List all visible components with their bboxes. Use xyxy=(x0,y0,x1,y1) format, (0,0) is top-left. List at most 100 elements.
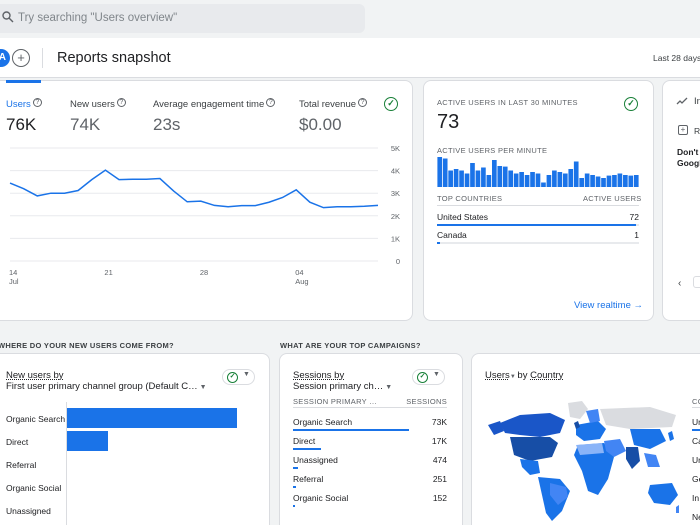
per-minute-bar xyxy=(541,182,546,187)
world-map[interactable] xyxy=(480,395,680,525)
divider xyxy=(437,205,639,206)
section-title-campaigns: WHAT ARE YOUR TOP CAMPAIGNS? xyxy=(280,341,421,350)
metric-new-users[interactable]: New users? 74K xyxy=(70,94,126,135)
row-value: 474 xyxy=(432,455,447,465)
row-name: Organic Search xyxy=(293,417,353,427)
map-region-australia xyxy=(648,483,678,505)
help-icon[interactable]: ? xyxy=(266,98,276,108)
country-name: United States xyxy=(437,212,489,222)
divider xyxy=(293,407,447,408)
trending-icon xyxy=(676,97,688,105)
per-minute-bar xyxy=(573,161,579,187)
per-minute-bar xyxy=(491,160,497,187)
per-minute-bar xyxy=(579,178,585,187)
per-minute-bar xyxy=(590,175,595,187)
dimension-selector[interactable]: New users by xyxy=(6,370,64,381)
dropdown-arrow-icon: ▼ xyxy=(243,371,250,378)
bar[interactable] xyxy=(66,408,237,428)
map-region-southeast-asia xyxy=(644,453,660,467)
per-minute-bar xyxy=(502,166,508,187)
metric-name: Users xyxy=(485,370,510,381)
x-tick-label: 21 xyxy=(104,268,112,277)
view-realtime-label: View realtime xyxy=(574,300,631,311)
y-tick-label: 1K xyxy=(391,234,400,243)
x-tick-label: 04 Aug xyxy=(295,268,308,286)
help-icon[interactable]: ? xyxy=(116,98,126,108)
per-minute-bar xyxy=(633,175,639,187)
metric-revenue[interactable]: Total revenue? $0.00 xyxy=(299,94,368,135)
view-realtime-link[interactable]: View realtime → xyxy=(574,300,643,311)
row-name: Organic Social xyxy=(293,493,349,503)
bar-label: Direct xyxy=(6,437,29,447)
per-minute-bar xyxy=(481,167,486,187)
map-region-europe xyxy=(576,421,606,441)
top-countries-header: TOP COUNTRIES xyxy=(437,194,503,203)
search-icon xyxy=(2,11,14,23)
map-region-africa-north xyxy=(576,443,604,455)
bar-label: Referral xyxy=(6,460,37,470)
section-title-new-users: WHERE DO YOUR NEW USERS COME FROM? xyxy=(0,341,174,350)
metric-value: 23s xyxy=(153,115,181,134)
column-header[interactable]: SESSION PRIMARY … xyxy=(293,397,377,406)
per-minute-bar xyxy=(524,175,530,187)
metric-label: Average engagement time xyxy=(153,99,265,110)
insights-toggle[interactable]: ✓ ▼ xyxy=(222,369,255,385)
realtime-check-icon[interactable]: ✓ xyxy=(624,97,638,111)
realtime-caption: ACTIVE USERS IN LAST 30 MINUTES xyxy=(437,98,578,107)
axis-line xyxy=(66,402,67,525)
dimension-selector[interactable]: First user primary channel group (Defaul… xyxy=(6,381,207,392)
metric-selector[interactable]: Users▼ by Country xyxy=(485,370,563,381)
dimension-name: Session primary ch… xyxy=(293,381,384,392)
help-icon[interactable]: ? xyxy=(358,98,368,108)
per-minute-bar xyxy=(470,163,475,187)
bar-label: Unassigned xyxy=(6,506,51,516)
per-minute-bar xyxy=(562,173,568,187)
map-region-china xyxy=(630,429,666,449)
active-users-header: ACTIVE USERS xyxy=(583,194,642,203)
row-name: Referral xyxy=(293,474,324,484)
per-minute-bar xyxy=(595,176,601,187)
per-minute-bar xyxy=(453,169,459,187)
country-share-bar xyxy=(437,242,440,244)
country-row: Ge xyxy=(692,474,700,484)
dimension-selector[interactable]: Session primary ch… ▼ xyxy=(293,381,392,392)
per-minute-bar xyxy=(459,170,464,187)
x-tick-day: 28 xyxy=(199,268,209,277)
row-value: 17K xyxy=(431,436,447,446)
date-range-button[interactable]: Last 28 days xyxy=(653,53,700,63)
chevron-left-icon[interactable]: ‹ xyxy=(678,278,681,289)
country-row: Ne xyxy=(692,512,700,522)
help-icon[interactable]: ? xyxy=(32,98,42,108)
map-region-greenland xyxy=(568,401,588,419)
metric-selector[interactable]: Sessions by xyxy=(293,370,344,381)
per-minute-bar xyxy=(486,175,492,187)
insights-toggle[interactable]: ✓ ▼ xyxy=(412,369,445,385)
per-minute-bar xyxy=(448,170,453,187)
country-share-track xyxy=(437,242,639,244)
bar[interactable] xyxy=(66,431,108,451)
country-row: Un xyxy=(692,455,700,465)
per-minute-bar xyxy=(552,170,557,187)
row-share-bar xyxy=(293,429,409,431)
per-minute-bar xyxy=(513,173,519,187)
avatar[interactable]: A xyxy=(0,49,10,67)
y-tick-label: 0 xyxy=(396,257,400,266)
x-tick-month: Jul xyxy=(9,277,19,286)
per-minute-bar-chart xyxy=(437,157,639,187)
header-row: A + Reports snapshot Last 28 days xyxy=(0,38,700,78)
column-header[interactable]: SESSIONS xyxy=(400,397,447,406)
check-icon: ✓ xyxy=(227,372,238,383)
x-tick-label: 14 Jul xyxy=(9,268,19,286)
insights-check-icon[interactable]: ✓ xyxy=(384,97,398,111)
dimension-name: First user primary channel group (Defaul… xyxy=(6,381,198,392)
row-name: Direct xyxy=(293,436,316,446)
per-minute-bar xyxy=(530,172,535,187)
add-comparison-button[interactable]: + xyxy=(12,49,30,67)
per-minute-bar xyxy=(464,173,470,187)
metric-name: New users by xyxy=(6,370,64,381)
metric-engagement[interactable]: Average engagement time? 23s xyxy=(153,94,276,135)
search-box[interactable]: Try searching "Users overview" xyxy=(0,4,365,33)
metric-users[interactable]: Users? 76K xyxy=(6,94,42,135)
x-tick-month: Aug xyxy=(295,277,309,286)
row-value: 73K xyxy=(431,417,447,427)
